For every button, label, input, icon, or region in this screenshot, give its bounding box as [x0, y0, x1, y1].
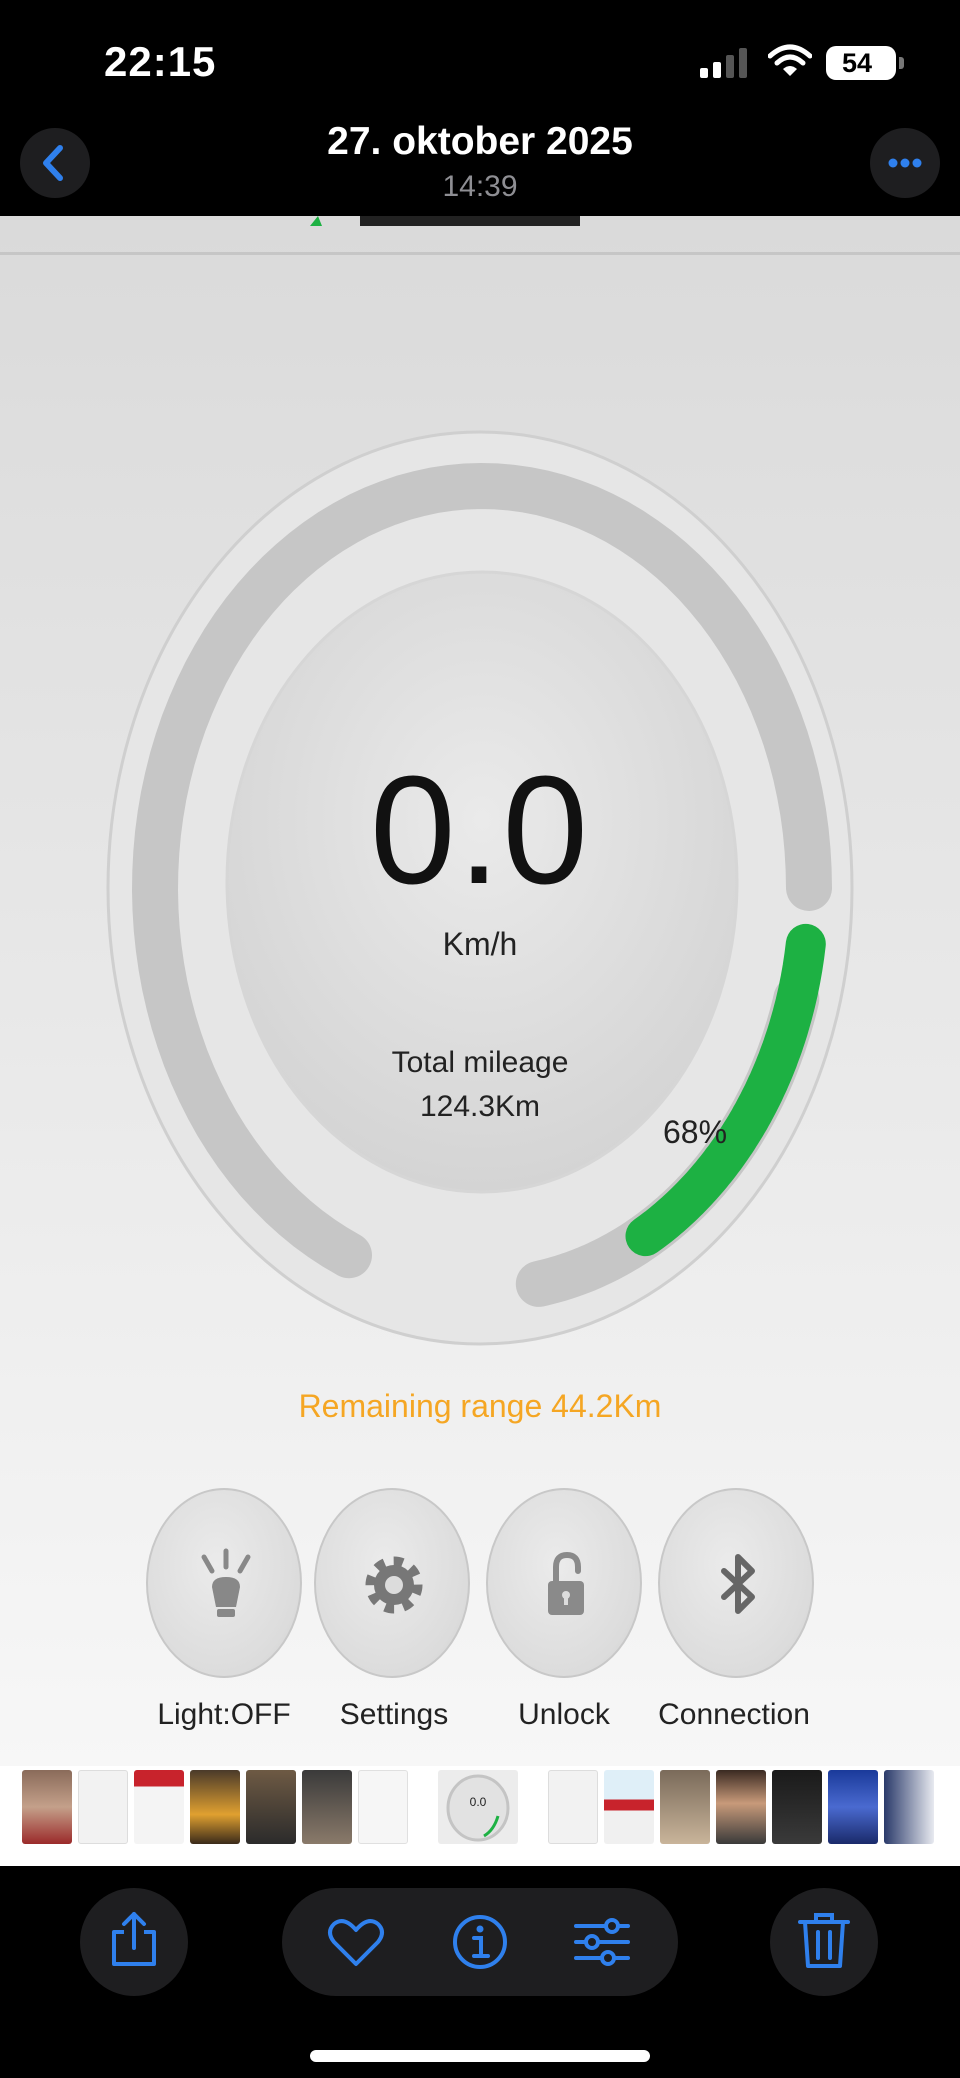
thumbnail-strip[interactable]: 0.0	[0, 1766, 960, 1866]
thumbnail[interactable]	[22, 1770, 72, 1844]
remaining-range: Remaining range 44.2Km	[298, 1388, 662, 1424]
photo-header: 27. oktober 2025 14:39	[0, 118, 960, 216]
unlock-button[interactable]	[486, 1488, 642, 1678]
status-time: 22:15	[104, 38, 217, 85]
cellular-signal-icon	[700, 48, 747, 78]
thumbnail[interactable]	[828, 1770, 878, 1844]
thumbnail[interactable]	[78, 1770, 128, 1844]
thumbnail-gauge: 0.0	[446, 1774, 510, 1842]
battery-level: 54	[841, 48, 873, 78]
total-mileage-label: Total mileage	[391, 1046, 569, 1079]
trash-icon	[798, 1913, 850, 1968]
wifi-icon	[768, 44, 812, 76]
bluetooth-icon	[721, 1554, 755, 1614]
thumbnail[interactable]	[358, 1770, 408, 1844]
thumbnail[interactable]	[772, 1770, 822, 1844]
info-icon[interactable]	[450, 1912, 510, 1972]
thumbnail[interactable]	[302, 1770, 352, 1844]
thumbnail[interactable]	[660, 1770, 710, 1844]
thumbnail[interactable]	[246, 1770, 296, 1844]
delete-button[interactable]	[770, 1888, 878, 1996]
thumbnail[interactable]	[604, 1770, 654, 1844]
battery-cap	[899, 57, 904, 69]
ellipsis-icon	[888, 158, 922, 168]
light-toggle-button[interactable]	[146, 1488, 302, 1678]
connection-button[interactable]	[658, 1488, 814, 1678]
gear-icon	[365, 1556, 423, 1614]
share-button[interactable]	[80, 1888, 188, 1996]
connection-label: Connection	[658, 1698, 810, 1731]
thumbnail[interactable]	[134, 1770, 184, 1844]
home-indicator	[310, 2050, 650, 2062]
photo-content: 0.0 Km/h Total mileage 124.3Km 68% Remai…	[0, 216, 960, 1766]
total-mileage-value: 124.3Km	[419, 1090, 541, 1123]
share-icon	[112, 1912, 156, 1966]
light-bulb-icon	[201, 1548, 251, 1617]
thumbnail[interactable]	[190, 1770, 240, 1844]
speed-unit: Km/h	[442, 926, 518, 962]
adjust-icon[interactable]	[572, 1912, 632, 1972]
battery-indicator: 54	[826, 46, 904, 80]
photo-time: 14:39	[442, 170, 518, 203]
thumbnail[interactable]	[548, 1770, 598, 1844]
padlock-open-icon	[548, 1551, 584, 1615]
status-bar: 22:15 54	[0, 0, 960, 118]
battery-percent: 68%	[662, 1114, 728, 1150]
heart-icon[interactable]	[326, 1912, 386, 1972]
thumbnail[interactable]	[884, 1770, 934, 1844]
more-button[interactable]	[870, 128, 940, 198]
photo-date: 27. oktober 2025	[327, 120, 633, 163]
photo-actions-group	[282, 1888, 678, 1996]
thumbnail[interactable]	[716, 1770, 766, 1844]
bottom-toolbar	[0, 1866, 960, 2078]
settings-button[interactable]	[314, 1488, 470, 1678]
thumbnail-current[interactable]: 0.0	[438, 1770, 518, 1844]
thumbnail-speed: 0.0	[470, 1795, 487, 1809]
speed-value: 0.0	[369, 744, 591, 916]
